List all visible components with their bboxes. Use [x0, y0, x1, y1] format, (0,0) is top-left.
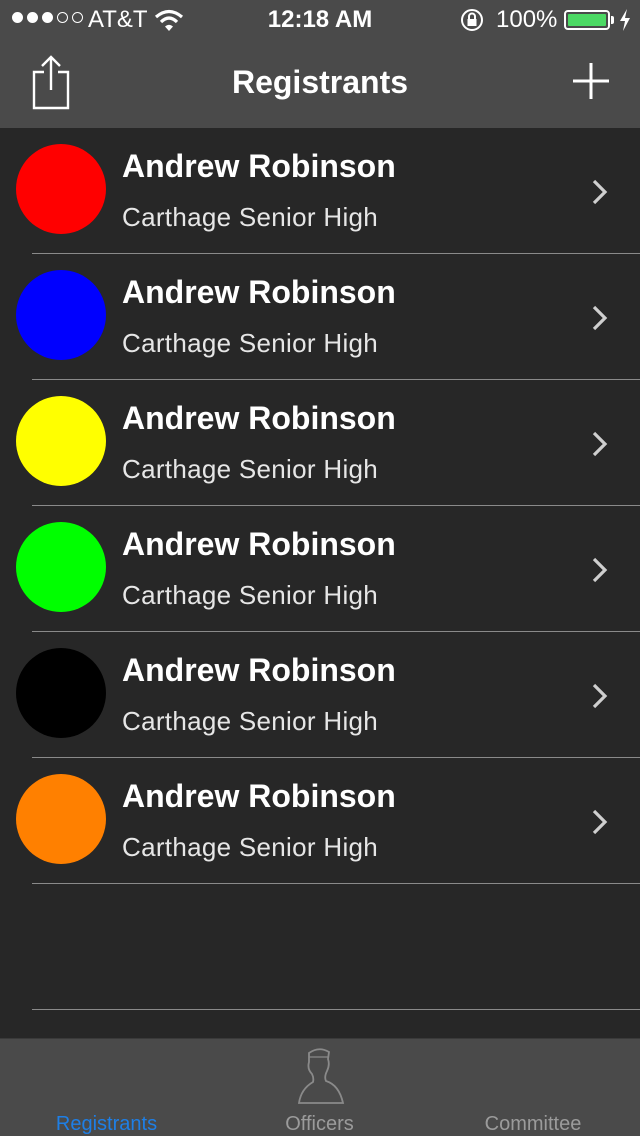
tab-label: Officers — [285, 1113, 354, 1135]
color-indicator — [16, 648, 106, 738]
list-item[interactable]: Andrew Robinson Carthage Senior High — [0, 632, 640, 758]
header: AT&T 12:18 AM 100% Registrants — [0, 0, 640, 128]
list-item[interactable]: Andrew Robinson Carthage Senior High — [0, 758, 640, 884]
battery-percentage: 100% — [496, 6, 558, 33]
color-indicator — [16, 270, 106, 360]
registrant-list: Andrew Robinson Carthage Senior High And… — [0, 128, 640, 884]
registrant-school: Carthage Senior High — [122, 202, 379, 232]
tab-label: Registrants — [55, 1113, 158, 1135]
registrant-school: Carthage Senior High — [122, 706, 379, 736]
list-item[interactable]: Andrew Robinson Carthage Senior High — [0, 506, 640, 632]
chevron-right-icon — [592, 305, 608, 331]
chevron-right-icon — [592, 683, 608, 709]
charging-bolt-icon — [620, 9, 630, 31]
page-title: Registrants — [231, 64, 409, 100]
list-item[interactable]: Andrew Robinson Carthage Senior High — [0, 380, 640, 506]
tab-officers[interactable]: Officers — [213, 1039, 426, 1136]
color-indicator — [16, 144, 106, 234]
registrant-name: Andrew Robinson — [122, 148, 396, 184]
list-item[interactable]: Andrew Robinson Carthage Senior High — [0, 254, 640, 380]
battery-tip — [611, 16, 614, 24]
rotation-lock-icon — [461, 9, 483, 31]
tab-committee[interactable]: Committee — [426, 1039, 640, 1136]
tab-registrants[interactable]: Registrants — [0, 1039, 213, 1136]
list-item[interactable]: Andrew Robinson Carthage Senior High — [0, 128, 640, 254]
tab-bar: Registrants Officers Committee — [0, 1038, 640, 1136]
registrant-school: Carthage Senior High — [122, 832, 379, 862]
registrant-school: Carthage Senior High — [122, 580, 379, 610]
empty-row-separator — [32, 1009, 640, 1010]
registrant-name: Andrew Robinson — [122, 526, 396, 562]
color-indicator — [16, 522, 106, 612]
tab-label: Committee — [484, 1113, 582, 1135]
registrant-name: Andrew Robinson — [122, 778, 396, 814]
registrants-screen: AT&T 12:18 AM 100% Registrants Andrew Ro… — [0, 0, 640, 1136]
registrant-name: Andrew Robinson — [122, 652, 396, 688]
chevron-right-icon — [592, 431, 608, 457]
registrant-name: Andrew Robinson — [122, 400, 396, 436]
chevron-right-icon — [592, 179, 608, 205]
battery-icon — [564, 10, 610, 30]
color-indicator — [16, 774, 106, 864]
chevron-right-icon — [592, 809, 608, 835]
color-indicator — [16, 396, 106, 486]
person-silhouette-icon — [297, 1048, 344, 1104]
add-registrant-button[interactable] — [570, 60, 612, 102]
chevron-right-icon — [592, 557, 608, 583]
registrant-name: Andrew Robinson — [122, 274, 396, 310]
plus-icon — [573, 63, 609, 99]
status-bar: AT&T 12:18 AM 100% — [0, 0, 640, 40]
registrant-school: Carthage Senior High — [122, 454, 379, 484]
registrant-school: Carthage Senior High — [122, 328, 379, 358]
